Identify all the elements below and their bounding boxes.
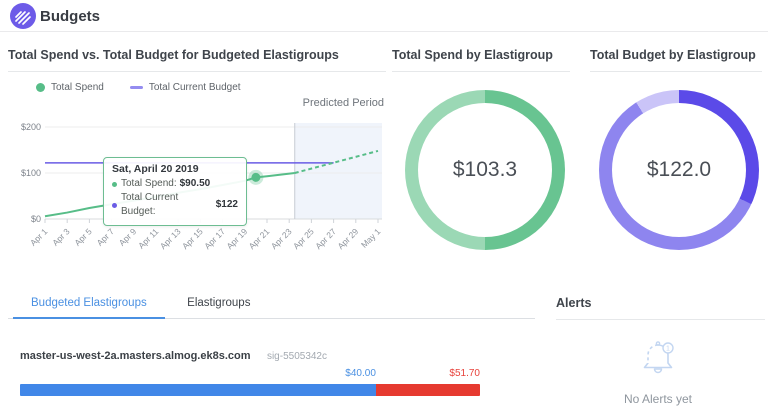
- spend-vs-budget-panel: Total Spend vs. Total Budget for Budgete…: [8, 40, 388, 290]
- bar-labels: $40.00 $51.70: [20, 368, 480, 381]
- no-alerts-text: No Alerts yet: [548, 392, 768, 406]
- divider: [556, 319, 765, 320]
- alerts-panel: Alerts 1 No Alerts yet: [548, 288, 768, 414]
- svg-text:Apr 3: Apr 3: [50, 226, 72, 248]
- bell-icon: 1: [636, 336, 680, 380]
- svg-text:Apr 1: Apr 1: [28, 226, 50, 248]
- spend-amount-label: $51.70: [449, 368, 480, 379]
- total-budget-donut-chart[interactable]: $122.0: [599, 90, 759, 250]
- total-spend-donut-chart[interactable]: $103.3: [405, 90, 565, 250]
- chart-tooltip: Sat, April 20 2019 Total Spend: $90.50 T…: [103, 157, 247, 226]
- donut-center: $103.3: [418, 103, 552, 237]
- tab-elastigroups[interactable]: Elastigroups: [169, 288, 268, 317]
- spotinst-logo-icon[interactable]: [10, 3, 36, 29]
- chart-legend: Total Spend Total Current Budget: [36, 82, 241, 93]
- svg-text:Apr 5: Apr 5: [72, 226, 94, 248]
- tooltip-spend-label: Total Spend:: [121, 177, 177, 191]
- tab-budgeted-elastigroups[interactable]: Budgeted Elastigroups: [13, 288, 165, 319]
- svg-text:Apr 29: Apr 29: [335, 226, 360, 251]
- svg-text:Apr 9: Apr 9: [117, 226, 139, 248]
- svg-text:Apr 17: Apr 17: [202, 226, 227, 251]
- alerts-title: Alerts: [556, 296, 591, 310]
- total-spend-donut-title: Total Spend by Elastigroup: [392, 48, 553, 62]
- svg-text:Apr 27: Apr 27: [313, 226, 338, 251]
- divider: [8, 71, 386, 72]
- svg-text:May 1: May 1: [359, 226, 383, 250]
- total-spend-dot-icon: [36, 83, 45, 92]
- total-budget-donut-panel: Total Budget by Elastigroup $122.0: [590, 40, 768, 290]
- budget-bar-over[interactable]: [376, 384, 480, 396]
- elastigroups-section: Budgeted Elastigroups Elastigroups maste…: [8, 288, 535, 414]
- svg-text:$100: $100: [21, 168, 41, 178]
- svg-text:1: 1: [666, 346, 670, 353]
- elastigroup-name-link[interactable]: master-us-west-2a.masters.almog.ek8s.com: [20, 350, 251, 362]
- tooltip-row-budget: Total Current Budget: $122: [112, 191, 238, 219]
- budget-bullet-icon: [112, 203, 117, 208]
- budgets-page: Budgets Total Spend vs. Total Budget for…: [0, 0, 768, 414]
- spend-vs-budget-title: Total Spend vs. Total Budget for Budgete…: [8, 48, 339, 62]
- legend-budget-label: Total Current Budget: [149, 82, 241, 93]
- divider: [590, 71, 762, 72]
- elastigroup-sig: sig-5505342c: [267, 351, 327, 362]
- predicted-period-label: Predicted Period: [303, 97, 384, 109]
- legend-total-spend-label: Total Spend: [51, 82, 104, 93]
- tooltip-spend-value: $90.50: [180, 177, 211, 191]
- budget-dash-icon: [130, 86, 143, 89]
- svg-text:Apr 13: Apr 13: [158, 226, 183, 251]
- budget-bar-within[interactable]: [20, 384, 376, 396]
- legend-total-current-budget[interactable]: Total Current Budget: [130, 82, 241, 93]
- app-header: Budgets: [0, 0, 768, 32]
- total-budget-donut-title: Total Budget by Elastigroup: [590, 48, 756, 62]
- tooltip-date: Sat, April 20 2019: [112, 163, 238, 175]
- svg-text:$200: $200: [21, 122, 41, 132]
- svg-text:Apr 23: Apr 23: [269, 226, 294, 251]
- tab-bar: Budgeted Elastigroups Elastigroups: [8, 288, 535, 319]
- donut-center: $122.0: [612, 103, 746, 237]
- svg-text:Apr 25: Apr 25: [291, 226, 316, 251]
- tooltip-budget-value: $122: [216, 198, 238, 212]
- total-spend-donut-panel: Total Spend by Elastigroup $103.3: [392, 40, 578, 290]
- svg-text:Apr 15: Apr 15: [180, 226, 205, 251]
- svg-text:Apr 21: Apr 21: [247, 226, 272, 251]
- svg-text:Apr 11: Apr 11: [136, 226, 161, 251]
- budget-label-wrap: $40.00: [20, 368, 376, 379]
- svg-text:Apr 19: Apr 19: [224, 226, 249, 251]
- legend-total-spend[interactable]: Total Spend: [36, 82, 104, 93]
- elastigroup-row: master-us-west-2a.masters.almog.ek8s.com…: [20, 346, 480, 364]
- tooltip-row-spend: Total Spend: $90.50: [112, 177, 238, 191]
- page-title: Budgets: [40, 8, 100, 25]
- total-spend-value: $103.3: [453, 158, 517, 182]
- total-budget-value: $122.0: [647, 158, 711, 182]
- budget-amount-label: $40.00: [345, 368, 376, 379]
- spend-bullet-icon: [112, 182, 117, 187]
- divider: [392, 71, 570, 72]
- budget-progress-bar: [20, 384, 480, 396]
- svg-text:Apr 7: Apr 7: [95, 226, 117, 248]
- svg-text:$0: $0: [31, 214, 41, 224]
- tooltip-budget-label: Total Current Budget:: [121, 191, 213, 219]
